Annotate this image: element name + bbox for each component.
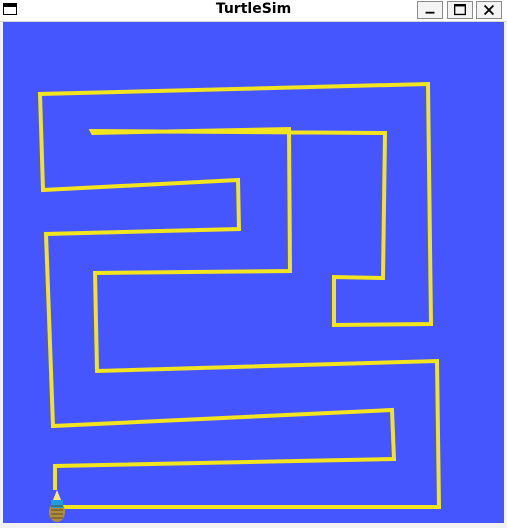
minimize-button[interactable]	[417, 1, 443, 19]
turtle-icon	[49, 490, 65, 522]
close-button[interactable]	[476, 1, 502, 19]
drawing-surface	[37, 81, 442, 522]
maximize-button[interactable]	[447, 1, 473, 19]
turtlesim-window: TurtleSim	[0, 0, 507, 528]
pen-trail	[37, 81, 442, 509]
maximize-icon	[454, 4, 466, 16]
title-bar[interactable]: TurtleSim	[0, 0, 507, 22]
turtle-canvas	[3, 22, 504, 523]
close-icon	[483, 4, 495, 16]
minimize-icon	[425, 11, 435, 14]
